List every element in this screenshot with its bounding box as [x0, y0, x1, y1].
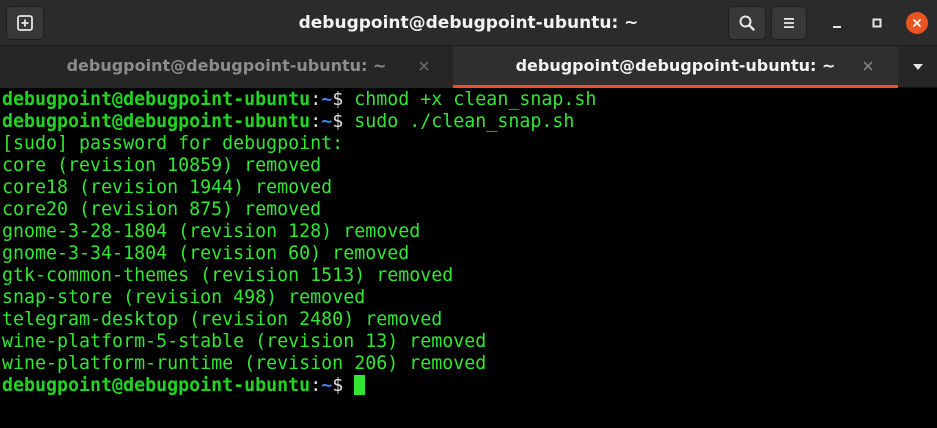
terminal-output[interactable]: debugpoint@debugpoint-ubuntu:~$ chmod +x…: [2, 89, 932, 425]
output-line: wine-platform-5-stable (revision 13) rem…: [2, 331, 487, 352]
prompt-path: ~: [321, 375, 333, 396]
prompt-user: debugpoint@debugpoint-ubuntu: [2, 375, 311, 396]
chevron-down-icon: [913, 64, 923, 70]
terminal-window: debugpoint@debugpoint-ubuntu: ~ debugpoi…: [0, 0, 937, 428]
prompt-sign: $: [332, 111, 355, 132]
output-line: gnome-3-34-1804 (revision 60) removed: [2, 243, 410, 264]
output-line: core (revision 10859) removed: [2, 155, 322, 176]
search-button[interactable]: [728, 6, 766, 40]
output-line: gtk-common-themes (revision 1513) remove…: [2, 265, 454, 286]
prompt-colon: :: [310, 111, 322, 132]
command-line: debugpoint@debugpoint-ubuntu:~$ chmod +x…: [2, 89, 932, 111]
prompt-path: ~: [321, 111, 333, 132]
minimize-button[interactable]: [826, 12, 848, 34]
prompt-colon: :: [310, 89, 322, 110]
close-button[interactable]: [906, 12, 928, 34]
hamburger-menu-icon: [784, 18, 794, 28]
prompt-sign: $: [332, 375, 355, 396]
maximize-icon: [872, 18, 882, 28]
search-icon: [739, 15, 755, 31]
close-icon: [913, 19, 921, 27]
output-line: telegram-desktop (revision 2480) removed: [2, 309, 443, 330]
current-prompt-line: debugpoint@debugpoint-ubuntu:~$: [2, 375, 932, 397]
tab-bar: debugpoint@debugpoint-ubuntu: ~ debugpoi…: [0, 46, 937, 88]
tab-close-icon[interactable]: [861, 59, 875, 73]
command-text: sudo ./clean_snap.sh: [354, 111, 575, 132]
new-tab-icon: [17, 15, 33, 31]
output-line: snap-store (revision 498) removed: [2, 287, 366, 308]
menu-button[interactable]: [771, 6, 807, 40]
tab-terminal-1[interactable]: debugpoint@debugpoint-ubuntu: ~: [0, 46, 453, 88]
prompt-path: ~: [321, 89, 333, 110]
output-line: wine-platform-runtime (revision 206) rem…: [2, 353, 487, 374]
tab-label: debugpoint@debugpoint-ubuntu: ~: [515, 56, 836, 75]
maximize-button[interactable]: [866, 12, 888, 34]
output-line: gnome-3-28-1804 (revision 128) removed: [2, 221, 421, 242]
new-tab-button[interactable]: [6, 6, 44, 40]
command-line: debugpoint@debugpoint-ubuntu:~$ sudo ./c…: [2, 111, 932, 133]
tab-label: debugpoint@debugpoint-ubuntu: ~: [66, 56, 387, 75]
tab-terminal-2[interactable]: debugpoint@debugpoint-ubuntu: ~: [453, 46, 898, 88]
output-line: core18 (revision 1944) removed: [2, 177, 333, 198]
tabs-dropdown-button[interactable]: [906, 59, 930, 75]
prompt-user: debugpoint@debugpoint-ubuntu: [2, 111, 311, 132]
command-text: chmod +x clean_snap.sh: [354, 89, 597, 110]
prompt-user: debugpoint@debugpoint-ubuntu: [2, 89, 311, 110]
minimize-icon: [833, 26, 841, 28]
tab-close-icon[interactable]: [417, 59, 431, 73]
output-line: core20 (revision 875) removed: [2, 199, 322, 220]
prompt-sign: $: [332, 89, 355, 110]
prompt-colon: :: [310, 375, 322, 396]
output-line: [sudo] password for debugpoint:: [2, 133, 344, 154]
terminal-cursor[interactable]: [354, 375, 366, 395]
title-bar[interactable]: debugpoint@debugpoint-ubuntu: ~: [0, 0, 937, 46]
